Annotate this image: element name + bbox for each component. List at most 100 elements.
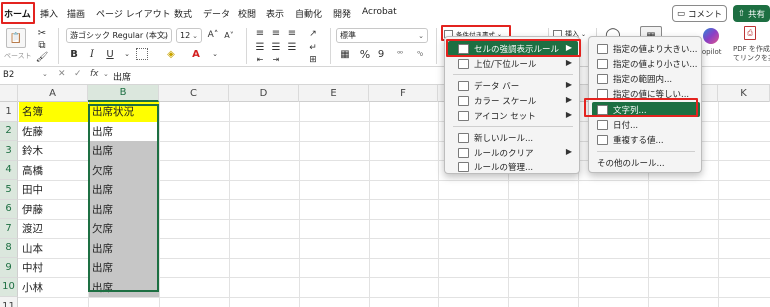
tab-insert[interactable]: 挿入 [40, 7, 58, 20]
column-header-e[interactable]: E [299, 85, 369, 102]
row-header-1[interactable]: 1 [0, 102, 18, 122]
tab-automate[interactable]: 自動化 [295, 7, 322, 20]
cell-a6[interactable]: 伊藤 [19, 200, 88, 220]
submenu-item-greater-than[interactable]: 指定の値より大きい... [592, 41, 700, 56]
row-header-11[interactable]: 11 [0, 297, 18, 307]
number-format-select[interactable]: 標準 ⌄ [336, 28, 428, 43]
row-header-2[interactable]: 2 [0, 121, 18, 141]
currency-icon[interactable]: ▦ [338, 47, 352, 61]
cell-a3[interactable]: 鈴木 [19, 141, 88, 161]
cell-b3[interactable]: 出席 [89, 141, 159, 161]
comment-button[interactable]: ▭ コメント [672, 5, 727, 22]
align-right-icon[interactable]: ☰ [286, 42, 298, 53]
wrap-text-icon[interactable]: ↵ [306, 42, 320, 54]
cell-a1[interactable]: 名簿 [19, 102, 88, 122]
cell-a4[interactable]: 高橋 [19, 161, 88, 181]
cell-b8[interactable]: 出席 [89, 238, 159, 258]
row-header-9[interactable]: 9 [0, 258, 18, 278]
cell-b6[interactable]: 出席 [89, 199, 159, 219]
cut-icon[interactable]: ✂ [36, 28, 48, 39]
column-header-k[interactable]: K [718, 85, 770, 102]
paste-icon[interactable]: 📋 [6, 28, 26, 48]
menu-item-data-bars[interactable]: データ バー ▶ [448, 78, 578, 93]
share-button[interactable]: ⇧ 共有 [733, 5, 770, 22]
increase-decimal-icon[interactable]: ⁰⁰ [392, 47, 408, 61]
decrease-decimal-icon[interactable]: ⁰₀ [412, 47, 428, 61]
row-header-7[interactable]: 7 [0, 219, 18, 239]
font-color-icon[interactable]: A [190, 47, 202, 61]
submenu-item-between[interactable]: 指定の範囲内... [592, 71, 700, 86]
cell-b7[interactable]: 欠席 [89, 219, 159, 239]
menu-item-color-scales[interactable]: カラー スケール ▶ [448, 93, 578, 108]
tab-review[interactable]: 校閲 [238, 7, 256, 20]
copilot-icon[interactable] [703, 28, 719, 44]
row-header-5[interactable]: 5 [0, 180, 18, 200]
cell-a10[interactable]: 小林 [19, 278, 88, 298]
increase-font-icon[interactable]: A˄ [206, 29, 220, 41]
tab-draw[interactable]: 描画 [67, 7, 85, 20]
font-name-select[interactable]: 游ゴシック Regular (本文) ⌄ [66, 28, 172, 43]
cell-b5[interactable]: 出席 [89, 180, 159, 200]
underline-button[interactable]: U [104, 47, 116, 61]
submenu-item-text-contains[interactable]: 文字列... [592, 102, 700, 117]
align-left-icon[interactable]: ☰ [254, 42, 266, 53]
submenu-item-equal-to[interactable]: 指定の値に等しい... [592, 86, 700, 101]
column-header-a[interactable]: A [18, 85, 88, 102]
function-icon[interactable]: fx [90, 69, 99, 79]
menu-item-new-rule[interactable]: 新しいルール... [448, 130, 578, 145]
align-top-icon[interactable]: ≡ [254, 28, 266, 39]
menu-item-highlight-cells-rules[interactable]: セルの強調表示ルール ▶ [448, 41, 578, 56]
decrease-font-icon[interactable]: A˅ [222, 29, 236, 41]
align-center-icon[interactable]: ☰ [270, 42, 282, 53]
submenu-item-more-rules[interactable]: その他のルール... [592, 155, 700, 170]
percent-button[interactable]: % [358, 47, 372, 61]
row-header-8[interactable]: 8 [0, 238, 18, 258]
tab-page-layout[interactable]: ページ レイアウト [96, 7, 171, 20]
submenu-item-date[interactable]: 日付... [592, 117, 700, 132]
menu-item-clear-rules[interactable]: ルールのクリア ▶ [448, 145, 578, 160]
column-header-c[interactable]: C [159, 85, 229, 102]
comma-style-icon[interactable]: 9 [376, 47, 386, 61]
row-header-4[interactable]: 4 [0, 160, 18, 180]
tab-developer[interactable]: 開発 [333, 7, 351, 20]
submenu-item-duplicate-values[interactable]: 重複する値... [592, 132, 700, 147]
cell-a5[interactable]: 田中 [19, 180, 88, 200]
row-header-10[interactable]: 10 [0, 277, 18, 297]
row-header-6[interactable]: 6 [0, 199, 18, 219]
name-box[interactable]: B2 [3, 70, 43, 80]
select-all-corner[interactable] [0, 85, 18, 102]
decrease-indent-icon[interactable]: ⇤ [254, 54, 266, 65]
cancel-icon[interactable]: ✕ [58, 69, 66, 79]
menu-item-icon-sets[interactable]: アイコン セット ▶ [448, 108, 578, 123]
font-size-select[interactable]: 12 ⌄ [176, 28, 202, 43]
bold-button[interactable]: B [68, 47, 80, 61]
cell-b2-active[interactable]: 出席 [89, 121, 159, 141]
cell-a7[interactable]: 渡辺 [19, 219, 88, 239]
chevron-down-icon[interactable]: ⌄ [122, 47, 132, 61]
menu-item-top-bottom-rules[interactable]: 上位/下位ルール ▶ [448, 56, 578, 71]
align-bottom-icon[interactable]: ≡ [286, 28, 298, 39]
borders-icon[interactable] [136, 48, 148, 60]
italic-button[interactable]: I [86, 47, 98, 61]
orientation-icon[interactable]: ↗ [306, 28, 320, 40]
cell-b4[interactable]: 欠席 [89, 160, 159, 180]
copy-icon[interactable]: ⧉ [36, 40, 48, 51]
formula-input[interactable]: 出席 [113, 70, 131, 83]
column-header-f[interactable]: F [369, 85, 438, 102]
tab-data[interactable]: データ [203, 7, 230, 20]
column-header-d[interactable]: D [229, 85, 299, 102]
menu-item-manage-rules[interactable]: ルールの管理... [448, 159, 578, 174]
increase-indent-icon[interactable]: ⇥ [270, 54, 282, 65]
format-painter-icon[interactable]: 🖌 [36, 52, 49, 63]
tab-home[interactable]: ホーム [4, 7, 31, 20]
tab-acrobat[interactable]: Acrobat [362, 7, 397, 17]
enter-icon[interactable]: ✓ [74, 69, 82, 79]
submenu-item-less-than[interactable]: 指定の値より小さい... [592, 56, 700, 71]
merge-center-icon[interactable]: ⊞ [306, 54, 320, 65]
tab-formulas[interactable]: 数式 [174, 7, 192, 20]
cell-b1[interactable]: 出席状況 [89, 102, 159, 122]
chevron-down-icon[interactable]: ⌄ [210, 47, 220, 61]
cell-b9[interactable]: 出席 [89, 258, 159, 278]
create-pdf-icon[interactable]: ⎙ [744, 26, 756, 40]
cell-a9[interactable]: 中村 [19, 258, 88, 278]
